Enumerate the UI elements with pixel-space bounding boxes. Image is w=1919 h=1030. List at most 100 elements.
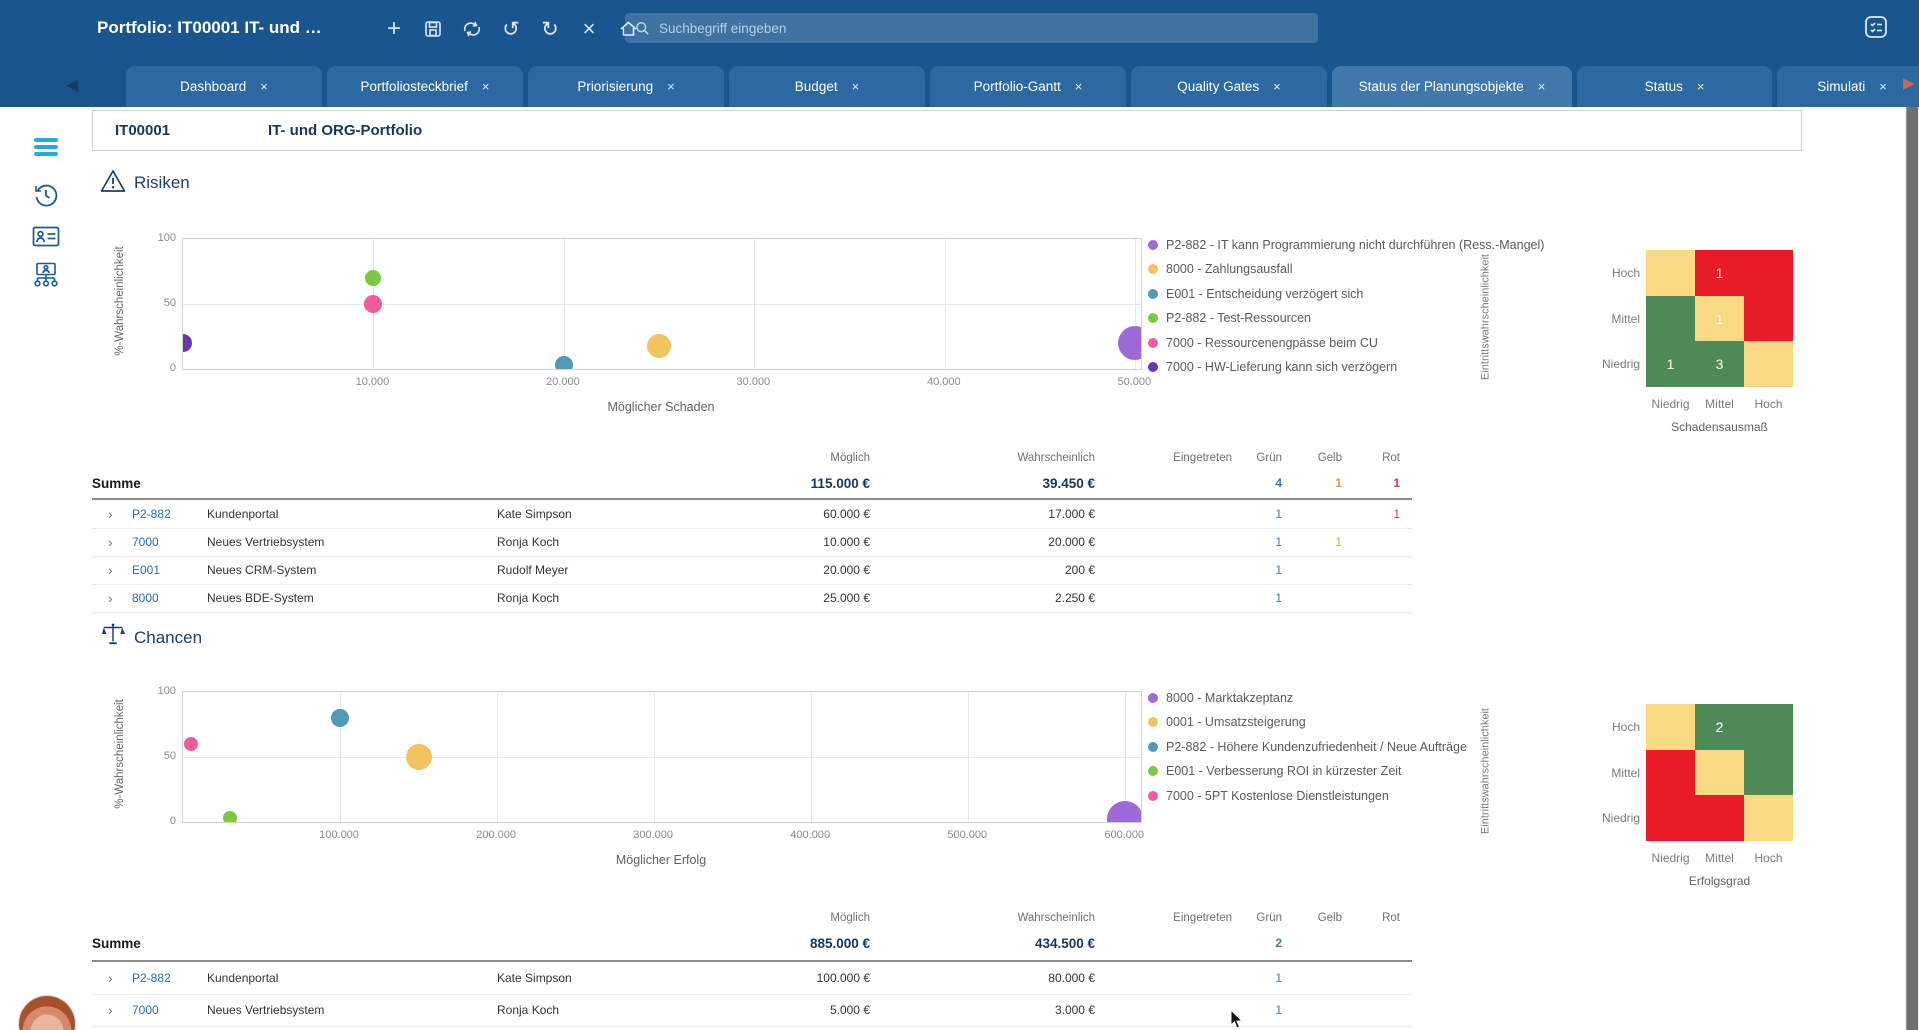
tab-quality-gates[interactable]: Quality Gates ×	[1131, 66, 1327, 107]
row-id-link[interactable]: 7000	[132, 1003, 159, 1017]
matrix-cell[interactable]	[1695, 749, 1744, 796]
tab-close-icon[interactable]: ×	[1075, 79, 1083, 94]
data-bubble[interactable]	[554, 356, 573, 369]
data-bubble[interactable]	[364, 295, 383, 313]
column-header: Wahrscheinlich	[1017, 452, 1095, 464]
row-id-link[interactable]: 7000	[132, 535, 159, 549]
row-expand-icon[interactable]: ›	[108, 970, 113, 986]
matrix-cell[interactable]	[1646, 749, 1695, 796]
tab-close-icon[interactable]: ×	[1697, 79, 1705, 94]
matrix-cell[interactable]	[1744, 341, 1793, 388]
row-person: Ronja Koch	[497, 1003, 560, 1017]
row-id-link[interactable]: 8000	[132, 591, 159, 605]
matrix-cell[interactable]	[1744, 295, 1793, 342]
checklist-icon[interactable]	[1862, 13, 1892, 43]
tab-scroll-left-icon[interactable]: ◀	[66, 75, 78, 95]
table-row[interactable]: › 7000 Neues Vertriebsystem Ronja Koch 10.00…	[92, 528, 1412, 557]
tab-portfoliosteckbrief[interactable]: Portfoliosteckbrief ×	[327, 66, 523, 107]
data-bubble[interactable]	[183, 334, 192, 352]
table-row[interactable]: › 7000 Neues Vertriebsystem Ronja Koch 5.000…	[92, 994, 1412, 1027]
table-row[interactable]: › 8000 Neues BDE-System Ronja Koch 25.000 € 2…	[92, 584, 1412, 613]
search-box[interactable]	[625, 13, 1318, 43]
gridline	[183, 757, 1141, 758]
tab-budget[interactable]: Budget ×	[729, 66, 925, 107]
data-bubble[interactable]	[331, 709, 350, 727]
matrix-cell[interactable]	[1744, 250, 1793, 296]
row-id-link[interactable]: E001	[132, 563, 160, 577]
chart-plot-area	[182, 691, 1142, 823]
legend-item: 0001 - Umsatzsteigerung	[1148, 714, 1306, 730]
row-id-link[interactable]: P2-882	[132, 507, 171, 521]
table-row[interactable]: ›E001Neues CRM-SystemRudolf Meyer30.000 …	[92, 1026, 1412, 1030]
data-bubble[interactable]	[1118, 326, 1141, 360]
data-bubble[interactable]	[1107, 801, 1141, 822]
matrix-cell[interactable]	[1646, 295, 1695, 342]
matrix-cell[interactable]	[1744, 704, 1793, 750]
summe-label: Summe	[92, 476, 141, 491]
tab-dashboard[interactable]: Dashboard ×	[126, 66, 322, 107]
matrix-cell[interactable]: 1	[1695, 295, 1744, 342]
tab-close-icon[interactable]: ×	[852, 79, 860, 94]
tab-portfolio-gantt[interactable]: Portfolio-Gantt ×	[930, 66, 1126, 107]
row-person: Kate Simpson	[497, 971, 572, 985]
undo-icon[interactable]: ↺	[500, 18, 522, 41]
matrix-x-title: Schadensausmaß	[1671, 420, 1768, 435]
matrix-cell[interactable]	[1646, 704, 1695, 750]
scrollbar-thumb[interactable]	[1906, 107, 1918, 1030]
matrix-cell[interactable]: 1	[1695, 250, 1744, 296]
save-icon[interactable]	[422, 18, 444, 40]
matrix-cell[interactable]	[1646, 250, 1695, 296]
tab-status[interactable]: Status ×	[1577, 66, 1772, 107]
tab-priorisierung[interactable]: Priorisierung ×	[528, 66, 724, 107]
tab-close-icon[interactable]: ×	[667, 79, 675, 94]
tab-close-icon[interactable]: ×	[260, 79, 268, 94]
table-row[interactable]: › P2-882 Kundenportal Kate Simpson 100.000 €…	[92, 962, 1412, 995]
tab-status-der-planungsobjekte[interactable]: Status der Planungsobjekte ×	[1332, 66, 1572, 107]
matrix-cell[interactable]	[1744, 795, 1793, 842]
summe-value: 434.500 €	[1034, 936, 1095, 951]
row-expand-icon[interactable]: ›	[108, 1002, 113, 1018]
tab-close-icon[interactable]: ×	[482, 79, 490, 94]
tab-close-icon[interactable]: ×	[1538, 79, 1546, 94]
matrix-cell[interactable]: 2	[1695, 704, 1744, 750]
data-bubble[interactable]	[223, 811, 238, 822]
summe-value: 1	[1393, 476, 1400, 490]
row-value: 1	[1393, 507, 1400, 521]
x-tick-label: 10.000	[355, 376, 390, 388]
data-bubble[interactable]	[183, 737, 198, 751]
matrix-cell[interactable]	[1695, 795, 1744, 842]
matrix-cell[interactable]	[1646, 795, 1695, 842]
tab-close-icon[interactable]: ×	[1879, 79, 1887, 94]
matrix-cell[interactable]: 3	[1695, 341, 1744, 388]
data-bubble[interactable]	[405, 744, 432, 770]
row-expand-icon[interactable]: ›	[108, 562, 113, 578]
menu-icon[interactable]	[24, 130, 68, 164]
table-row[interactable]: › P2-882 Kundenportal Kate Simpson 60.000 € 1…	[92, 500, 1412, 529]
close-icon[interactable]: ×	[578, 16, 600, 41]
search-input[interactable]	[657, 19, 1308, 37]
org-chart-icon[interactable]	[24, 259, 68, 293]
table-row[interactable]: › E001 Neues CRM-System Rudolf Meyer 20.000 …	[92, 556, 1412, 585]
redo-icon[interactable]: ↻	[539, 18, 561, 41]
matrix-cell[interactable]	[1744, 749, 1793, 796]
tab-scroll-right-icon[interactable]: ▶	[1903, 74, 1915, 92]
row-id-link[interactable]: P2-882	[132, 971, 171, 985]
row-expand-icon[interactable]: ›	[108, 506, 113, 522]
matrix-cell[interactable]: 1	[1646, 341, 1695, 388]
history-icon[interactable]	[24, 178, 68, 212]
sync-icon[interactable]	[461, 18, 483, 40]
id-card-icon[interactable]	[24, 219, 68, 253]
tab-simulati[interactable]: Simulati ×	[1777, 66, 1919, 107]
tab-close-icon[interactable]: ×	[1273, 79, 1281, 94]
row-person: Kate Simpson	[497, 507, 572, 521]
data-bubble[interactable]	[647, 333, 672, 358]
row-expand-icon[interactable]: ›	[108, 534, 113, 550]
row-name: Kundenportal	[207, 971, 279, 985]
avatar[interactable]	[19, 996, 75, 1030]
legend-dot	[1148, 337, 1158, 348]
tab-label: Portfoliosteckbrief	[360, 79, 468, 94]
row-expand-icon[interactable]: ›	[108, 590, 113, 606]
row-value: 100.000 €	[816, 971, 870, 985]
plus-icon[interactable]: +	[383, 15, 405, 42]
data-bubble[interactable]	[365, 270, 382, 286]
